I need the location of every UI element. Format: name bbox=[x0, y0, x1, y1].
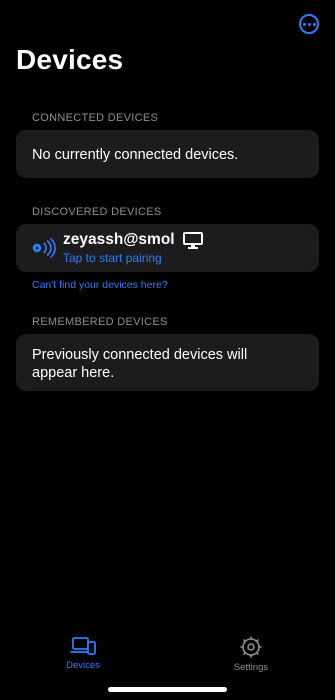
broadcast-signal-icon bbox=[32, 238, 56, 258]
remembered-devices-card: Previously connected devices will appear… bbox=[16, 334, 319, 391]
page-title: Devices bbox=[16, 44, 124, 75]
section-header-discovered: DISCOVERED DEVICES bbox=[32, 206, 162, 218]
device-name: zeyassh@smol bbox=[63, 231, 175, 248]
gear-icon bbox=[240, 636, 262, 658]
tab-devices[interactable]: Devices bbox=[43, 636, 123, 671]
ellipsis-circle-icon bbox=[302, 22, 306, 26]
home-indicator bbox=[108, 687, 227, 692]
pairing-hint: Tap to start pairing bbox=[63, 251, 162, 265]
discovered-device-row[interactable]: zeyassh@smol Tap to start pairing bbox=[16, 224, 319, 272]
connected-empty-text: No currently connected devices. bbox=[32, 147, 239, 163]
desktop-monitor-icon bbox=[182, 231, 203, 249]
cant-find-devices-link[interactable]: Can't find your devices here? bbox=[32, 279, 168, 291]
connected-devices-card: No currently connected devices. bbox=[16, 130, 319, 178]
device-info: zeyassh@smol Tap to start pairing bbox=[63, 231, 203, 265]
section-header-connected: CONNECTED DEVICES bbox=[32, 112, 159, 124]
tab-devices-label: Devices bbox=[66, 660, 100, 671]
tab-settings[interactable]: Settings bbox=[211, 636, 291, 673]
section-header-remembered: REMEMBERED DEVICES bbox=[32, 316, 168, 328]
more-options-button[interactable] bbox=[299, 14, 319, 34]
devices-icon bbox=[70, 637, 96, 655]
remembered-empty-text: Previously connected devices will appear… bbox=[32, 347, 248, 381]
tab-settings-label: Settings bbox=[233, 662, 269, 673]
